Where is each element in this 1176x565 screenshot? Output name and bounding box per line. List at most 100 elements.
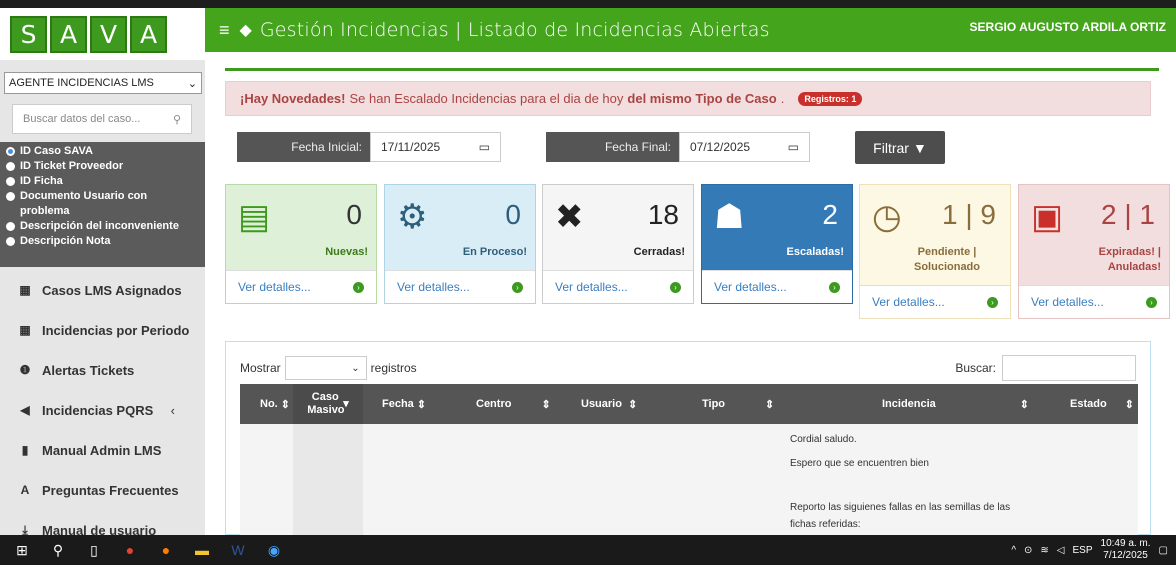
header-label: Estado [1070, 398, 1107, 410]
card-details-link[interactable]: Ver detalles... › [860, 285, 1010, 318]
th-no[interactable]: No. ⇕ [260, 384, 290, 424]
nav-casos-lms[interactable]: ▦ Casos LMS Asignados [0, 270, 205, 310]
card-en-proceso: ⚙ 0 En Proceso! Ver detalles... › [384, 184, 536, 304]
nav-incidencias-periodo[interactable]: ▦ Incidencias por Periodo [0, 310, 205, 350]
logo-letter: S [10, 15, 47, 53]
th-centro[interactable]: Centro ⇕ [476, 384, 551, 424]
search-icon[interactable]: ⚲ [173, 113, 181, 126]
arrow-right-icon: › [670, 281, 681, 293]
chevron-down-icon: ⌄ [187, 77, 197, 90]
option-descripcion[interactable]: Descripción del inconveniente [6, 219, 199, 234]
card-details-link[interactable]: Ver detalles... › [226, 270, 376, 303]
incidencia-text: Cordial saludo. [790, 434, 857, 445]
file-explorer-icon[interactable]: ▬ [188, 535, 216, 565]
search-icon[interactable]: ⚲ [44, 535, 72, 565]
radio-selected-icon[interactable] [6, 147, 15, 156]
nav-label: Alertas Tickets [42, 362, 135, 378]
option-id-ficha[interactable]: ID Ficha [6, 174, 199, 189]
file-icon: ▮ [21, 443, 29, 457]
header-label: Tipo [702, 398, 726, 410]
clock[interactable]: 10:49 a. m. 7/12/2025 [1101, 538, 1151, 562]
nav-label: Casos LMS Asignados [42, 282, 182, 298]
sava-logo: S A V A [0, 8, 205, 60]
case-search-input[interactable]: Buscar datos del caso... ⚲ [12, 104, 192, 134]
end-date-input[interactable]: 07/12/2025 ▭ [679, 132, 810, 162]
task-view-icon[interactable]: ▯ [80, 535, 108, 565]
header-label: Fecha [382, 398, 414, 410]
incidents-table-panel: Mostrar ⌄ registros Buscar: No. ⇕ Caso M… [225, 341, 1151, 536]
sort-icon: ⇕ [416, 398, 427, 411]
radio-icon[interactable] [6, 237, 15, 246]
filter-button-label: Filtrar [873, 139, 909, 156]
radio-icon[interactable] [6, 192, 15, 201]
radio-icon[interactable] [6, 177, 15, 186]
chevron-left-icon: ‹ [170, 402, 175, 418]
table-search-input[interactable] [1002, 355, 1136, 381]
notifications-icon[interactable]: ▢ [1159, 545, 1168, 556]
spy-icon: ☗ [714, 198, 745, 236]
nav-alertas-tickets[interactable]: ❶ Alertas Tickets [0, 350, 205, 390]
card-count: 0 [505, 199, 521, 230]
option-id-caso[interactable]: ID Caso SAVA [6, 144, 199, 159]
top-header: ≡ ◆ Gestión Incidencias | Listado de Inc… [205, 8, 1176, 52]
windows-start-icon[interactable]: ⊞ [8, 535, 36, 565]
sort-icon: ⇕ [280, 398, 291, 411]
incidencia-text: Espero que se encuentren bien [790, 458, 929, 469]
word-icon[interactable]: W [224, 535, 252, 565]
volume-icon[interactable]: ◁ [1057, 545, 1065, 556]
details-text: Ver detalles... [238, 280, 311, 294]
option-id-ticket[interactable]: ID Ticket Proveedor [6, 159, 199, 174]
download-icon: ⤓ [22, 522, 28, 536]
radio-icon[interactable] [6, 222, 15, 231]
search-placeholder: Buscar datos del caso... [23, 113, 141, 125]
th-caso-masivo[interactable]: Caso Masivo ▾ [293, 384, 363, 424]
app-icon[interactable]: ◉ [260, 535, 288, 565]
clock-icon: ◷ [872, 198, 902, 236]
th-incidencia[interactable]: Incidencia ⇕ [882, 384, 1029, 424]
firefox-icon[interactable]: ● [152, 535, 180, 565]
network-icon[interactable]: ⊙ [1024, 545, 1032, 556]
card-details-link[interactable]: Ver detalles... › [543, 270, 693, 303]
arrow-right-icon: › [987, 296, 998, 308]
chevron-up-icon[interactable]: ^ [1011, 545, 1016, 556]
records-badge[interactable]: Registros: 1 [798, 91, 863, 106]
user-name[interactable]: SERGIO AUGUSTO ARDILA ORTIZ [970, 20, 1166, 34]
records-label: registros [370, 361, 417, 375]
th-estado[interactable]: Estado ⇕ [1070, 384, 1134, 424]
card-expiradas: ▣ 2 | 1 Expiradas! | Anuladas! Ver detal… [1018, 184, 1170, 319]
chrome-icon[interactable]: ● [116, 535, 144, 565]
menu-icon[interactable]: ≡ [219, 20, 230, 41]
details-text: Ver detalles... [397, 280, 470, 294]
windows-taskbar: ⊞ ⚲ ▯ ● ● ▬ W ◉ ^ ⊙ ≋ ◁ ESP 10:49 a. m. 7… [0, 535, 1176, 565]
sidebar: S A V A AGENTE INCIDENCIAS LMS ⌄ Buscar d… [0, 8, 205, 535]
nav-manual-admin[interactable]: ▮ Manual Admin LMS [0, 430, 205, 470]
alert-text: Se han Escalado Incidencias para el dia … [349, 91, 624, 106]
table-row[interactable]: Cordial saludo. Espero que se encuentren… [240, 424, 1138, 536]
card-details-link[interactable]: Ver detalles... › [702, 270, 852, 303]
radio-icon[interactable] [6, 162, 15, 171]
filter-button[interactable]: Filtrar ▼ [855, 131, 945, 164]
nav-manual-usuario[interactable]: ⤓ Manual de usuario [0, 510, 205, 536]
card-count: 0 [346, 199, 362, 230]
card-count: 1 | 9 [942, 199, 996, 230]
calendar-icon[interactable]: ▭ [479, 140, 490, 154]
alert-strong-2: del mismo Tipo de Caso [627, 91, 777, 106]
th-fecha[interactable]: Fecha ⇕ [382, 384, 426, 424]
th-tipo[interactable]: Tipo ⇕ [702, 384, 774, 424]
nav-incidencias-pqrs[interactable]: ◀ Incidencias PQRS ‹ [0, 390, 205, 430]
option-nota[interactable]: Descripción Nota [6, 234, 199, 249]
th-usuario[interactable]: Usuario ⇕ [581, 384, 637, 424]
card-details-link[interactable]: Ver detalles... › [1019, 285, 1169, 318]
page-size-select[interactable]: ⌄ [284, 356, 367, 380]
wifi-icon[interactable]: ≋ [1040, 545, 1048, 556]
card-label: Expiradas! | Anuladas! [1098, 246, 1161, 273]
calendar-icon[interactable]: ▭ [788, 140, 799, 154]
card-details-link[interactable]: Ver detalles... › [385, 270, 535, 303]
alert-strong: ¡Hay Novedades! [240, 91, 346, 106]
start-date-input[interactable]: 17/11/2025 ▭ [370, 132, 501, 162]
role-select[interactable]: AGENTE INCIDENCIAS LMS ⌄ [4, 72, 202, 94]
close-box-icon: ✖ [555, 198, 584, 236]
option-documento[interactable]: Documento Usuario con problema [6, 189, 199, 219]
nav-preguntas[interactable]: A Preguntas Frecuentes [0, 470, 205, 510]
language-indicator[interactable]: ESP [1073, 545, 1093, 556]
